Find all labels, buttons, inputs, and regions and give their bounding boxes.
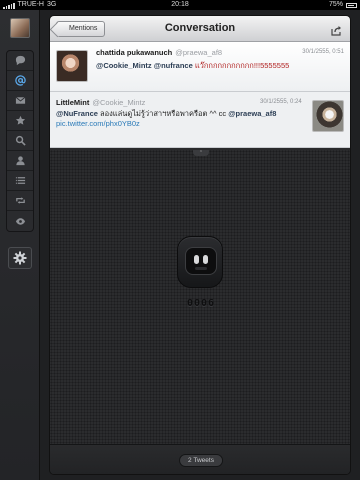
tweet-avatar[interactable] [312, 100, 344, 132]
mention-link[interactable]: @praewa_af8 [228, 109, 276, 118]
share-icon [331, 26, 341, 36]
speech-bubble-icon [15, 55, 25, 66]
tweet-text: @Cookie_Mintz @nufrance แว๊กกกกกกกกกกก!!… [96, 60, 289, 72]
mention-link[interactable]: @NuFrance [56, 109, 98, 118]
battery-percent: 75% [328, 1, 343, 8]
conversation-panel: Mentions Conversation chattida pukawanuc… [49, 15, 351, 475]
star-icon [15, 115, 25, 125]
tweet-media-link[interactable]: pic.twitter.com/phx0YB0z [56, 119, 140, 128]
sidebar-item-messages[interactable] [7, 91, 33, 111]
tweet-item[interactable]: LittleMint @Cookie_Mintz 30/1/2555, 0:24 … [50, 92, 350, 148]
sidebar-item-retweets[interactable] [7, 191, 33, 211]
search-icon [15, 135, 26, 146]
conversation-header: Mentions Conversation [50, 16, 350, 42]
gear-icon [13, 251, 27, 265]
mention-link[interactable]: @Cookie_Mintz [96, 61, 152, 70]
tweet-author-handle: @praewa_af8 [175, 48, 223, 57]
battery-icon [346, 2, 357, 8]
sidebar [0, 10, 40, 480]
sidebar-item-lists[interactable] [7, 171, 33, 191]
tweet-avatar[interactable] [56, 50, 88, 82]
robot-mascot-icon [177, 236, 223, 288]
page-title: Conversation [164, 22, 236, 34]
sidebar-item-timeline[interactable] [7, 51, 33, 71]
retweet-icon [15, 197, 25, 204]
drawer-handle[interactable]: ⌃ [193, 150, 209, 156]
account-avatar[interactable] [10, 18, 30, 38]
conversation-footer: 2 Tweets [50, 444, 350, 474]
tweet-timestamp: 30/1/2555, 0:51 [302, 49, 344, 55]
profile-icon [15, 156, 25, 166]
tweet-author-handle: @Cookie_Mintz [92, 98, 146, 107]
sidebar-item-favorites[interactable] [7, 111, 33, 131]
sidebar-item-profile[interactable] [7, 151, 33, 171]
tweet-item[interactable]: chattida pukawanuch @praewa_af8 30/1/2555… [50, 42, 350, 92]
sidebar-item-saved-searches[interactable] [7, 211, 33, 231]
tweet-timestamp: 30/1/2555, 0:24 [260, 99, 302, 105]
share-button[interactable] [331, 23, 342, 36]
clock: 20:18 [171, 1, 189, 8]
drawer-code: 0006 [186, 298, 216, 309]
mention-link[interactable]: @nufrance [154, 61, 193, 70]
list-icon [15, 177, 25, 184]
settings-button[interactable] [8, 247, 32, 269]
sidebar-item-mentions[interactable] [7, 71, 33, 91]
status-bar: TRUE-H 3G 20:18 75% [0, 0, 360, 10]
tweet-author-name[interactable]: LittleMint [56, 98, 89, 107]
conversation-drawer: ⌃ 0006 [50, 150, 350, 446]
sidebar-nav [6, 50, 34, 232]
at-sign-icon [14, 75, 26, 86]
sidebar-item-search[interactable] [7, 131, 33, 151]
tweet-text-body: แว๊กกกกกกกกกกก!!!5555555 [194, 61, 290, 70]
tweet-text-body: ลองแล่นดูไม่รู้ว่าสาฯหรือพาครือต ^^ cc [100, 109, 227, 118]
tweet-author-name[interactable]: chattida pukawanuch [96, 48, 172, 57]
tweet-count-badge: 2 Tweets [179, 454, 223, 467]
envelope-icon [15, 96, 25, 104]
eye-icon [15, 217, 25, 225]
